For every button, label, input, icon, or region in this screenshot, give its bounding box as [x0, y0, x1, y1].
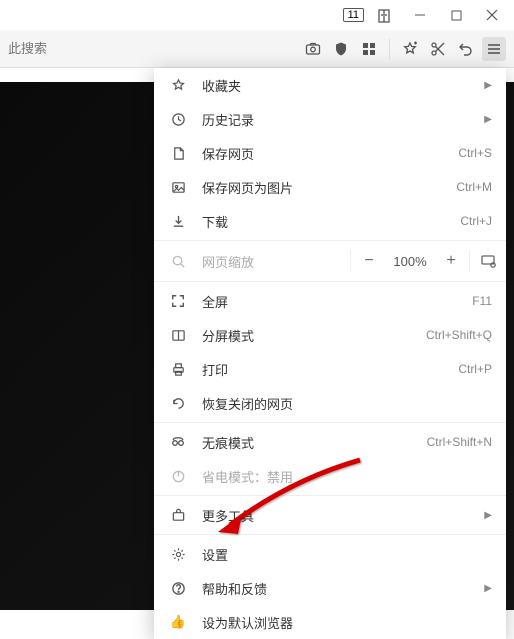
tab-count-badge: 11	[343, 8, 364, 22]
address-input[interactable]	[8, 41, 297, 56]
menu-item-label: 打印	[202, 360, 458, 379]
menu-item-shortcut: Ctrl+S	[458, 146, 492, 160]
clock-icon	[168, 112, 188, 127]
download-icon	[168, 214, 188, 229]
menu-settings[interactable]: 设置	[154, 537, 506, 571]
menu-help-feedback[interactable]: 帮助和反馈 ▶	[154, 571, 506, 605]
help-icon	[168, 581, 188, 596]
menu-item-label: 恢复关闭的网页	[202, 394, 492, 413]
menu-print[interactable]: 打印 Ctrl+P	[154, 352, 506, 386]
menu-item-shortcut: Ctrl+Shift+N	[427, 435, 492, 449]
zoom-in-button[interactable]: +	[433, 243, 469, 279]
shield-icon[interactable]	[329, 37, 353, 61]
page-icon	[168, 146, 188, 161]
wardrobe-icon[interactable]	[368, 1, 400, 29]
printer-icon	[168, 362, 188, 377]
gear-icon	[168, 547, 188, 562]
toolbox-icon	[168, 508, 188, 523]
menu-separator	[154, 534, 506, 535]
maximize-button[interactable]	[440, 1, 472, 29]
menu-restore-closed[interactable]: 恢复关闭的网页	[154, 386, 506, 420]
menu-item-label: 无痕模式	[202, 433, 427, 452]
titlebar: 11	[0, 0, 514, 30]
menu-item-label: 分屏模式	[202, 326, 426, 345]
menu-separator	[154, 422, 506, 423]
fullscreen-icon	[168, 294, 188, 308]
minimize-button[interactable]	[404, 1, 436, 29]
menu-item-label: 帮助和反馈	[202, 579, 484, 598]
address-toolbar	[0, 30, 514, 68]
star-icon	[168, 78, 188, 93]
menu-separator	[154, 281, 506, 282]
undo-icon[interactable]	[454, 37, 478, 61]
menu-item-shortcut: Ctrl+Shift+Q	[426, 328, 492, 342]
image-icon	[168, 180, 188, 195]
chevron-right-icon: ▶	[484, 510, 492, 521]
camera-icon[interactable]	[301, 37, 325, 61]
zoom-value: 100%	[387, 254, 433, 269]
zoom-label: 网页缩放	[202, 252, 254, 271]
menu-item-label: 更多工具	[202, 506, 484, 525]
menu-zoom: 网页缩放 − 100% +	[154, 243, 506, 279]
menu-item-shortcut: Ctrl+M	[456, 180, 492, 194]
menu-item-label: 保存网页为图片	[202, 178, 456, 197]
restore-icon	[168, 396, 188, 411]
hamburger-menu-button[interactable]	[482, 37, 506, 61]
menu-history[interactable]: 历史记录 ▶	[154, 102, 506, 136]
menu-favorites[interactable]: 收藏夹 ▶	[154, 68, 506, 102]
menu-separator	[154, 240, 506, 241]
chevron-right-icon: ▶	[484, 583, 492, 594]
split-icon	[168, 328, 188, 343]
close-button[interactable]	[476, 1, 508, 29]
menu-split-screen[interactable]: 分屏模式 Ctrl+Shift+Q	[154, 318, 506, 352]
grid-icon[interactable]	[357, 37, 381, 61]
main-menu: 收藏夹 ▶ 历史记录 ▶ 保存网页 Ctrl+S 保存网页为图片 Ctrl+M …	[154, 68, 506, 639]
zoom-out-button[interactable]: −	[351, 243, 387, 279]
chevron-right-icon: ▶	[484, 80, 492, 91]
menu-item-shortcut: Ctrl+P	[458, 362, 492, 376]
scissors-icon[interactable]	[426, 37, 450, 61]
menu-item-label: 下载	[202, 212, 460, 231]
power-icon	[168, 469, 188, 484]
menu-item-label: 保存网页	[202, 144, 458, 163]
menu-item-shortcut: Ctrl+J	[460, 214, 492, 228]
menu-fullscreen[interactable]: 全屏 F11	[154, 284, 506, 318]
menu-save-page[interactable]: 保存网页 Ctrl+S	[154, 136, 506, 170]
menu-downloads[interactable]: 下载 Ctrl+J	[154, 204, 506, 238]
menu-more-tools[interactable]: 更多工具 ▶	[154, 498, 506, 532]
menu-incognito[interactable]: 无痕模式 Ctrl+Shift+N	[154, 425, 506, 459]
chevron-right-icon: ▶	[484, 114, 492, 125]
incognito-icon	[168, 434, 188, 450]
menu-item-shortcut: F11	[472, 294, 492, 308]
menu-save-as-image[interactable]: 保存网页为图片 Ctrl+M	[154, 170, 506, 204]
magnify-icon	[168, 254, 188, 269]
menu-item-label: 全屏	[202, 292, 472, 311]
menu-item-label: 历史记录	[202, 110, 484, 129]
menu-item-label: 设置	[202, 545, 492, 564]
zoom-settings-button[interactable]	[470, 243, 506, 279]
menu-set-default[interactable]: 👍 设为默认浏览器	[154, 605, 506, 639]
menu-item-label: 收藏夹	[202, 76, 484, 95]
star-plus-icon[interactable]	[398, 37, 422, 61]
menu-item-label: 设为默认浏览器	[202, 613, 492, 632]
separator	[389, 39, 390, 59]
menu-item-label: 省电模式：禁用	[202, 467, 492, 486]
menu-power-save: 省电模式：禁用	[154, 459, 506, 493]
thumbs-up-icon: 👍	[168, 614, 188, 630]
menu-separator	[154, 495, 506, 496]
